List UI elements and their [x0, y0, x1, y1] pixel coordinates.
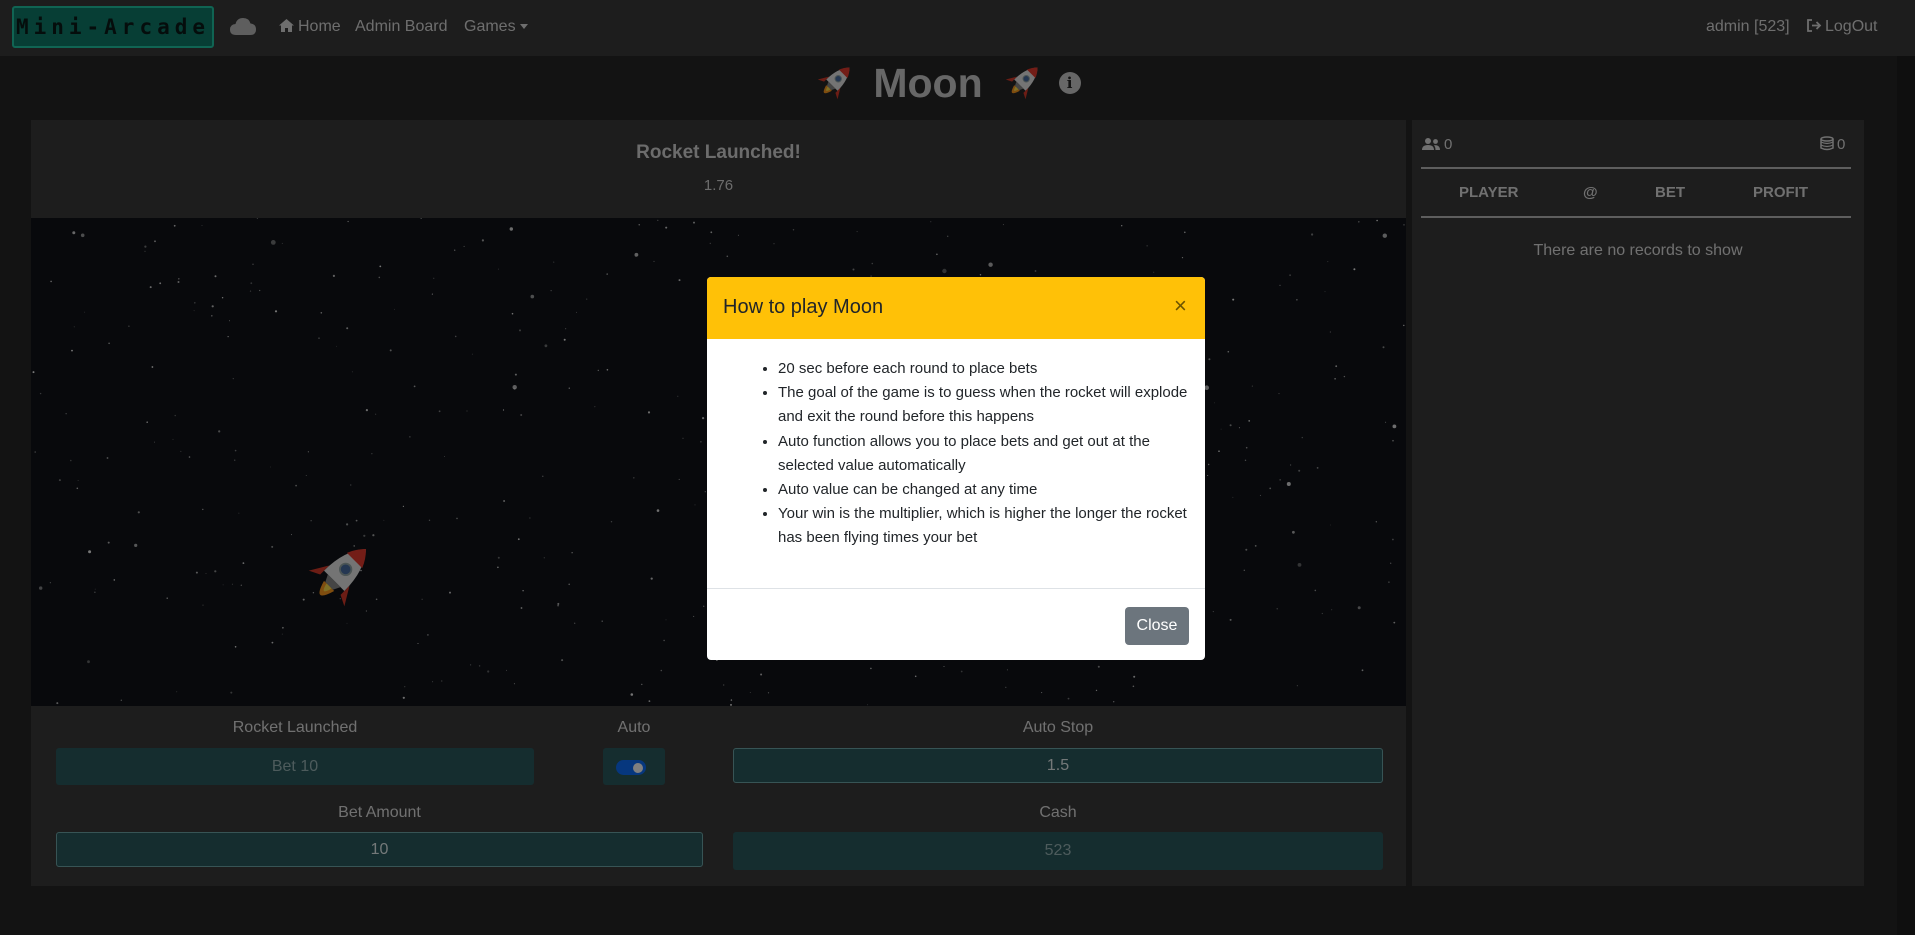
how-to-play-modal: How to play Moon × 20 sec before each ro…	[707, 277, 1205, 660]
rules-list: 20 sec before each round to place bets T…	[778, 357, 1190, 551]
close-icon[interactable]: ×	[1174, 295, 1187, 317]
modal-header: How to play Moon ×	[707, 277, 1205, 339]
rule-item: 20 sec before each round to place bets	[778, 357, 1190, 381]
close-button[interactable]: Close	[1125, 607, 1189, 645]
modal-body: 20 sec before each round to place bets T…	[707, 339, 1205, 546]
rule-item: Auto value can be changed at any time	[778, 478, 1190, 502]
rule-item: Your win is the multiplier, which is hig…	[778, 502, 1190, 550]
rule-item: The goal of the game is to guess when th…	[778, 381, 1190, 429]
modal-title: How to play Moon	[723, 296, 884, 318]
modal-footer-divider	[707, 588, 1205, 589]
rule-item: Auto function allows you to place bets a…	[778, 430, 1190, 478]
